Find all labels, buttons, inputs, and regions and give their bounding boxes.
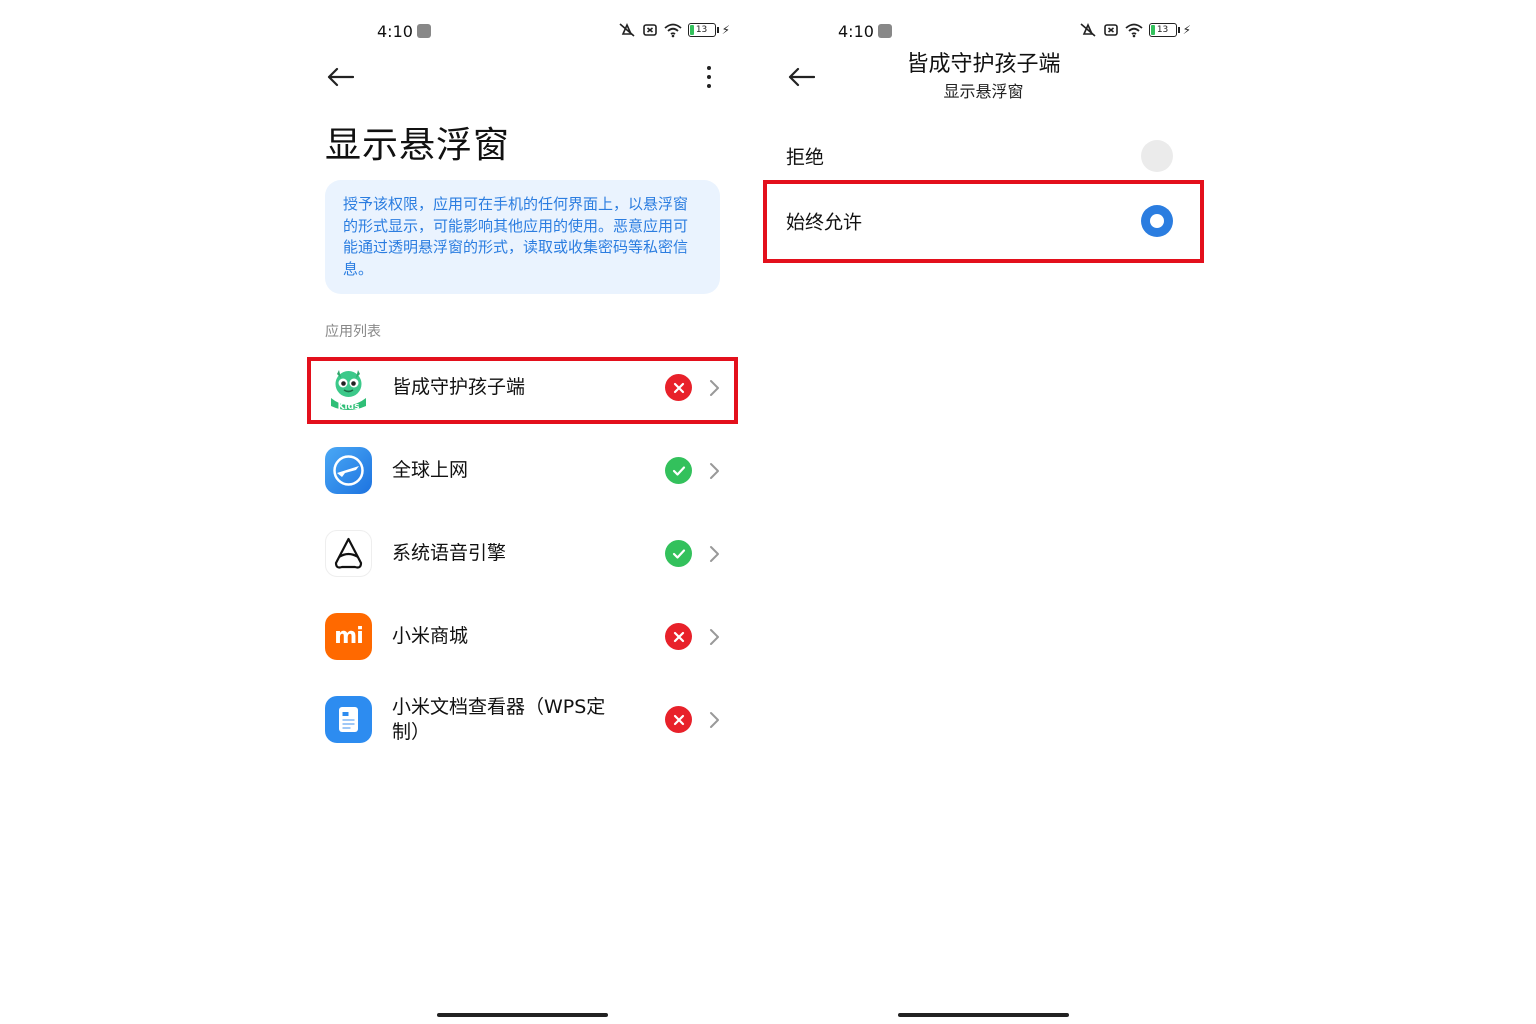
floating-window-permission-screen: 4:10 13 ⚡ 显示悬浮窗 授予该权限，应用可在手机的任何界面上，以悬浮窗的… — [307, 0, 738, 1024]
radio-button[interactable] — [1141, 140, 1173, 172]
kids-guard-icon: Kids — [325, 364, 372, 411]
back-button[interactable] — [323, 60, 357, 94]
battery-icon: 13 — [1148, 23, 1180, 37]
option-deny[interactable]: 拒绝 — [768, 124, 1199, 188]
status-bar: 4:10 13 ⚡ — [307, 18, 738, 46]
more-options-button[interactable] — [700, 62, 718, 92]
charging-icon: ⚡ — [721, 23, 730, 37]
chevron-right-icon — [710, 379, 719, 396]
home-indicator[interactable] — [437, 1013, 608, 1017]
app-list-label: 应用列表 — [325, 324, 381, 340]
wifi-icon — [663, 23, 682, 38]
nav-title: 皆成守护孩子端 显示悬浮窗 — [828, 50, 1139, 104]
mi-store-icon: mi — [325, 613, 372, 660]
home-indicator[interactable] — [898, 1013, 1069, 1017]
global-internet-icon — [325, 447, 372, 494]
deny-status-icon — [665, 706, 692, 733]
mute-vibrate-icon — [619, 23, 635, 37]
app-row-mi-store[interactable]: mi 小米商城 — [307, 595, 738, 678]
app-row-document-viewer[interactable]: 小米文档查看器（WPS定制） — [307, 678, 738, 761]
permission-info-card: 授予该权限，应用可在手机的任何界面上，以悬浮窗的形式显示，可能影响其他应用的使用… — [325, 180, 720, 294]
app-name: 系统语音引擎 — [392, 542, 507, 564]
app-list: Kids 皆成守护孩子端 全球上网 系统语音引擎 mi 小米商城 小米文档查看器… — [307, 346, 738, 761]
no-sim-icon — [1103, 24, 1118, 36]
status-icons: 13 ⚡ — [618, 22, 730, 38]
option-always-allow[interactable]: 始终允许 — [768, 189, 1199, 253]
app-row-voice-engine[interactable]: 系统语音引擎 — [307, 512, 738, 595]
back-button[interactable] — [784, 60, 818, 94]
document-viewer-icon — [325, 696, 372, 743]
option-label: 拒绝 — [786, 146, 825, 169]
page-title: 显示悬浮窗 — [325, 125, 511, 166]
chevron-right-icon — [710, 462, 719, 479]
app-name: 小米文档查看器（WPS定制） — [392, 695, 606, 743]
allow-status-icon — [665, 457, 692, 484]
charging-icon: ⚡ — [1182, 23, 1191, 37]
status-icons: 13 ⚡ — [1079, 22, 1191, 38]
wrench-icon — [416, 24, 431, 38]
chevron-right-icon — [710, 545, 719, 562]
option-label: 始终允许 — [786, 211, 863, 234]
back-arrow-icon — [327, 67, 354, 87]
app-name: 小米商城 — [392, 625, 469, 647]
voice-engine-icon — [325, 530, 372, 577]
battery-icon: 13 — [687, 23, 719, 37]
wifi-icon — [1124, 23, 1143, 38]
permission-info-text: 授予该权限，应用可在手机的任何界面上，以悬浮窗的形式显示，可能影响其他应用的使用… — [343, 195, 689, 278]
app-permission-detail-screen: 4:10 13 ⚡ 皆成守护孩子端 显示悬浮窗 拒绝 始终允许 — [763, 0, 1204, 1024]
radio-button[interactable] — [1141, 205, 1173, 237]
app-row-global-internet[interactable]: 全球上网 — [307, 429, 738, 512]
status-time: 4:10 — [377, 22, 431, 41]
chevron-right-icon — [710, 711, 719, 728]
status-time: 4:10 — [838, 22, 892, 41]
back-arrow-icon — [788, 67, 815, 87]
svg-text:Kids: Kids — [338, 402, 360, 411]
app-name: 全球上网 — [392, 459, 469, 481]
app-row-kids-guard[interactable]: Kids 皆成守护孩子端 — [307, 346, 738, 429]
no-sim-icon — [642, 24, 657, 36]
mute-vibrate-icon — [1080, 23, 1096, 37]
app-name: 皆成守护孩子端 — [392, 376, 526, 398]
status-bar: 4:10 13 ⚡ — [768, 18, 1199, 46]
deny-status-icon — [665, 623, 692, 650]
deny-status-icon — [665, 374, 692, 401]
wrench-icon — [877, 24, 892, 38]
app-title: 皆成守护孩子端 — [906, 52, 1061, 77]
allow-status-icon — [665, 540, 692, 567]
chevron-right-icon — [710, 628, 719, 645]
permission-subtitle: 显示悬浮窗 — [943, 82, 1024, 101]
